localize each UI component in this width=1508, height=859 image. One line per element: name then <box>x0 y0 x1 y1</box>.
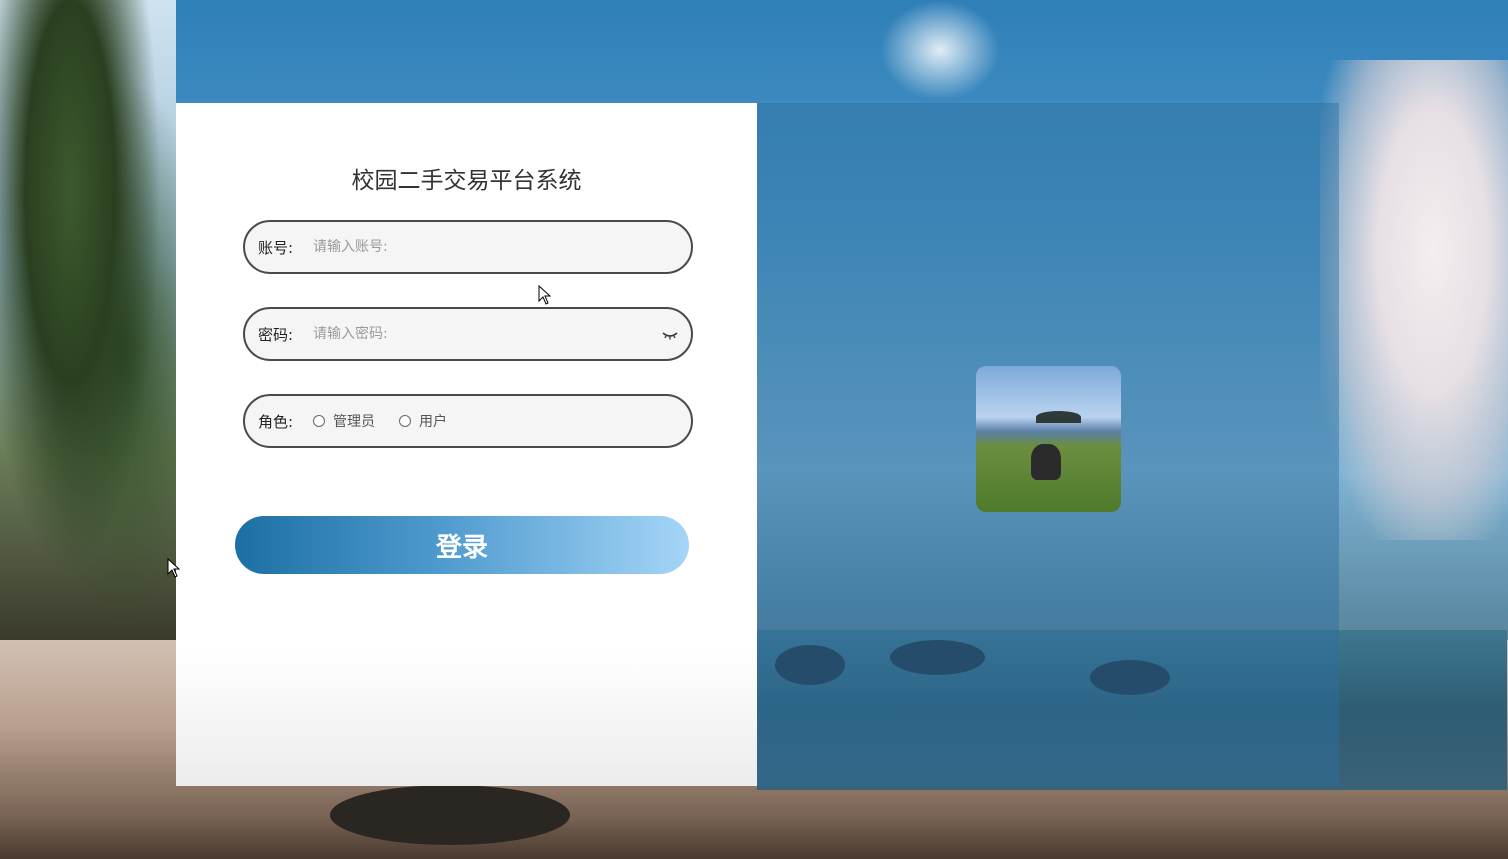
mouse-cursor-icon <box>167 558 181 578</box>
role-option-admin[interactable]: 管理员 <box>313 411 375 431</box>
eye-closed-icon[interactable] <box>661 327 679 341</box>
island-shape <box>1036 411 1081 423</box>
account-field[interactable]: 账号: <box>243 220 693 274</box>
role-field: 角色: 管理员 用户 <box>243 394 693 448</box>
password-label: 密码: <box>258 325 294 344</box>
radio-button[interactable] <box>313 415 325 427</box>
mouse-cursor-icon <box>538 285 552 305</box>
role-option-user[interactable]: 用户 <box>399 411 447 431</box>
role-label: 角色: <box>258 412 294 431</box>
landscape-thumbnail-image <box>976 366 1121 512</box>
account-label: 账号: <box>258 238 294 257</box>
password-input[interactable] <box>313 326 653 342</box>
cloud-wisp-background <box>880 0 1000 100</box>
role-option-label: 管理员 <box>333 414 375 430</box>
seated-person-shape <box>1031 444 1061 480</box>
password-field[interactable]: 密码: <box>243 307 693 361</box>
radio-button[interactable] <box>399 415 411 427</box>
rock-decoration <box>330 785 570 845</box>
palm-trees-background <box>0 0 176 640</box>
page-title: 校园二手交易平台系统 <box>351 168 582 194</box>
role-radio-group: 管理员 用户 <box>313 411 471 431</box>
login-page: 校园二手交易平台系统 账号: 密码: 角色: 管理员 <box>0 0 1508 859</box>
login-card: 校园二手交易平台系统 账号: 密码: 角色: 管理员 <box>176 103 757 786</box>
account-input[interactable] <box>313 239 643 255</box>
role-option-label: 用户 <box>419 414 447 430</box>
clouds-background <box>1320 60 1508 540</box>
login-button[interactable]: 登录 <box>235 516 689 574</box>
